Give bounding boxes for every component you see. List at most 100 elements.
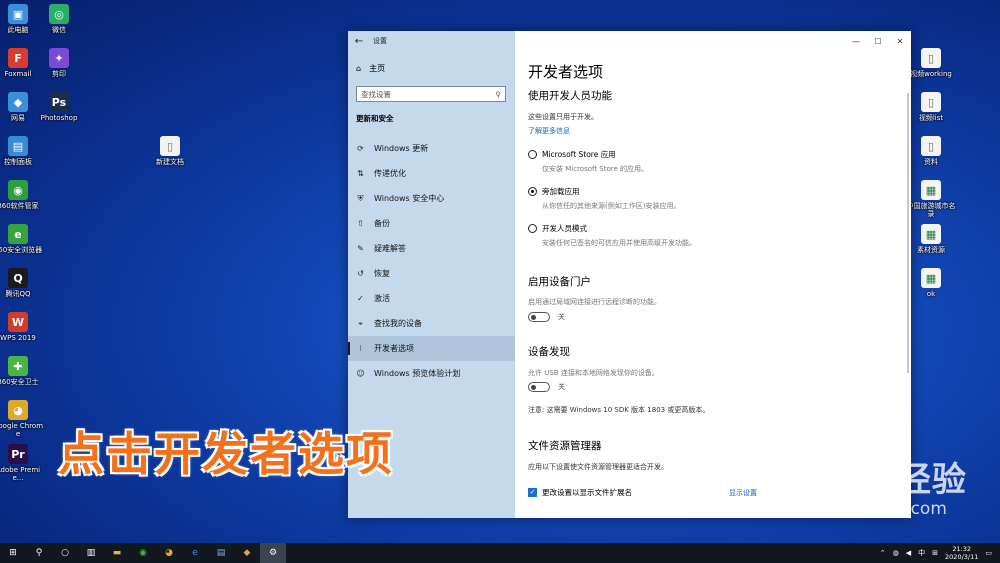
control-panel-icon: ▤: [8, 136, 28, 156]
desktop-icon[interactable]: ◎ 微信: [32, 4, 86, 34]
desktop-icon-label: 360安全浏览器: [0, 246, 43, 254]
dev-option[interactable]: 开发人员模式: [528, 223, 587, 234]
desktop-icon-label: Photoshop: [40, 114, 78, 122]
desktop-icon[interactable]: ▦ ok: [904, 268, 958, 298]
desktop-icon-label: 此电脑: [7, 26, 29, 34]
find-device-icon: ⌖: [358, 318, 363, 328]
desktop-icon[interactable]: ◉ 360软件管家: [0, 180, 45, 210]
sidebar-item[interactable]: ☺ Windows 预览体验计划: [348, 361, 515, 386]
desktop-icon[interactable]: ✚ 360安全卫士: [0, 356, 45, 386]
file-ext-checkbox[interactable]: ✓: [528, 488, 537, 497]
desktop-icon[interactable]: W WPS 2019: [0, 312, 45, 342]
radio-button[interactable]: [528, 187, 537, 196]
file-explorer-icon[interactable]: ▬: [104, 543, 130, 563]
device-portal-toggle[interactable]: [528, 312, 550, 322]
settings-gear-icon[interactable]: ⚙: [260, 543, 286, 563]
dev-features-note: 这些设置只用于开发。: [528, 113, 598, 121]
desktop-icon[interactable]: ▦ 中国旅游城市名录: [904, 180, 958, 218]
search-icon: ⚲: [495, 89, 502, 99]
volume-icon[interactable]: ◀: [906, 549, 911, 557]
sidebar-item[interactable]: ⁝ 开发者选项: [348, 336, 515, 361]
desktop-icon[interactable]: e 360安全浏览器: [0, 224, 45, 254]
radio-button[interactable]: [528, 224, 537, 233]
desktop-icon-label: 控制面板: [4, 158, 32, 166]
cortana-icon[interactable]: ○: [52, 543, 78, 563]
sidebar-item[interactable]: ⛨ Windows 安全中心: [348, 186, 515, 211]
360-browser-icon: e: [8, 224, 28, 244]
sidebar-item[interactable]: ↺ 恢复: [348, 261, 515, 286]
folder-icon[interactable]: ▤: [208, 543, 234, 563]
watermark-url: jingyan.baidu.com: [790, 499, 947, 519]
app-icon: ◆: [8, 92, 28, 112]
recovery-icon: ↺: [357, 269, 364, 278]
desktop-icon-label: 素材资源: [917, 246, 945, 254]
clock-time: 21:32: [952, 545, 972, 553]
taskbar-icons: ⊞ ⚲ ○ ▥ ▬ ◉ ◕ e ▤ ◆ ⚙: [0, 543, 286, 563]
device-discovery-toggle[interactable]: [528, 382, 550, 392]
edge-icon[interactable]: e: [182, 543, 208, 563]
desktop-icon-label: 资料: [924, 158, 938, 166]
sidebar-item[interactable]: ⟳ Windows 更新: [348, 136, 515, 161]
desktop-icon-label: 微信: [52, 26, 66, 34]
home-icon: ⌂: [356, 64, 362, 73]
desktop-icon[interactable]: ▯ 视频working: [904, 48, 958, 78]
sidebar-item-label: 传递优化: [374, 169, 406, 178]
desktop-icon-label: 视频list: [918, 114, 944, 122]
desktop-icon[interactable]: ▦ 素材资源: [904, 224, 958, 254]
chrome-icon[interactable]: ◕: [156, 543, 182, 563]
search-icon[interactable]: ⚲: [26, 543, 52, 563]
qq-icon: Q: [8, 268, 28, 288]
device-discovery-toggle-row: 关: [528, 382, 565, 392]
desktop-icon[interactable]: ▯ 资料: [904, 136, 958, 166]
input-language[interactable]: 中: [918, 548, 925, 558]
settings-search-input[interactable]: 查找设置 ⚲: [356, 86, 506, 102]
desktop-icon[interactable]: ✦ 剪印: [32, 48, 86, 78]
desktop-icon[interactable]: Q 腾讯QQ: [0, 268, 45, 298]
ime-icon[interactable]: ⊞: [932, 549, 938, 557]
home-label: 主页: [369, 64, 386, 73]
sidebar-item[interactable]: ⌖ 查找我的设备: [348, 311, 515, 336]
option-desc: 安装任何已签名的可信应用并使用高级开发功能。: [542, 239, 696, 247]
back-button[interactable]: ←: [348, 36, 370, 47]
delivery-icon: ⇅: [357, 169, 364, 178]
device-portal-state: 关: [558, 313, 565, 321]
desktop-icon[interactable]: Ps Photoshop: [32, 92, 86, 122]
desktop-icon[interactable]: ▤ 控制面板: [0, 136, 45, 166]
file-explorer-desc: 应用以下设置使文件资源管理器更适合开发。: [528, 463, 668, 471]
sidebar-item-label: 激活: [374, 294, 390, 303]
file-ext-label: 更改设置以显示文件扩展名: [542, 488, 632, 497]
content-scrollbar[interactable]: [907, 93, 909, 373]
network-icon[interactable]: ◍: [893, 549, 899, 557]
excel-file-icon: ▦: [921, 268, 941, 288]
device-discovery-desc: 允许 USB 连接和本地网络发现你的设备。: [528, 369, 659, 377]
sidebar-item[interactable]: ⇅ 传递优化: [348, 161, 515, 186]
photoshop-icon: Ps: [49, 92, 69, 112]
desktop-icon[interactable]: ▯ 新建文档: [143, 136, 197, 166]
system-tray: ⌃ ◍ ◀ 中 ⊞ 21:32 2020/3/11 ▭: [880, 543, 992, 563]
dev-option[interactable]: 旁加载应用: [528, 186, 580, 197]
sidebar-item-label: 恢复: [374, 269, 390, 278]
sidebar-item[interactable]: ✓ 激活: [348, 286, 515, 311]
clock[interactable]: 21:32 2020/3/11: [945, 545, 978, 561]
desktop-icon-label: 中国旅游城市名录: [906, 202, 956, 218]
notification-icon[interactable]: ▭: [985, 549, 992, 557]
learn-more-link[interactable]: 了解更多信息: [528, 126, 570, 136]
360-software-icon: ◉: [8, 180, 28, 200]
task-view-icon[interactable]: ▥: [78, 543, 104, 563]
home-nav-item[interactable]: ⌂ 主页: [356, 63, 385, 74]
360-browser-icon[interactable]: ◉: [130, 543, 156, 563]
settings-nav: ⟳ Windows 更新 ⇅ 传递优化 ⛨ Windows 安全中心 ⇧ 备份 ✎ 疑难解答 ↺ 恢复…: [348, 136, 515, 386]
radio-button[interactable]: [528, 150, 537, 159]
desktop-icon[interactable]: Pr Adobe Premie...: [0, 444, 45, 482]
sidebar-item[interactable]: ✎ 疑难解答: [348, 236, 515, 261]
show-settings-link[interactable]: 显示设置: [729, 488, 757, 498]
people-icon[interactable]: ⌃: [880, 549, 886, 557]
desktop-icon-label: Foxmail: [4, 70, 32, 78]
desktop-icon[interactable]: ▯ 视频list: [904, 92, 958, 122]
dev-option[interactable]: Microsoft Store 应用: [528, 149, 616, 160]
app-icon[interactable]: ◆: [234, 543, 260, 563]
document-icon: ▯: [160, 136, 180, 156]
desktop-icon[interactable]: ◕ Google Chrome: [0, 400, 45, 438]
sidebar-item[interactable]: ⇧ 备份: [348, 211, 515, 236]
windows-start-icon[interactable]: ⊞: [0, 543, 26, 563]
